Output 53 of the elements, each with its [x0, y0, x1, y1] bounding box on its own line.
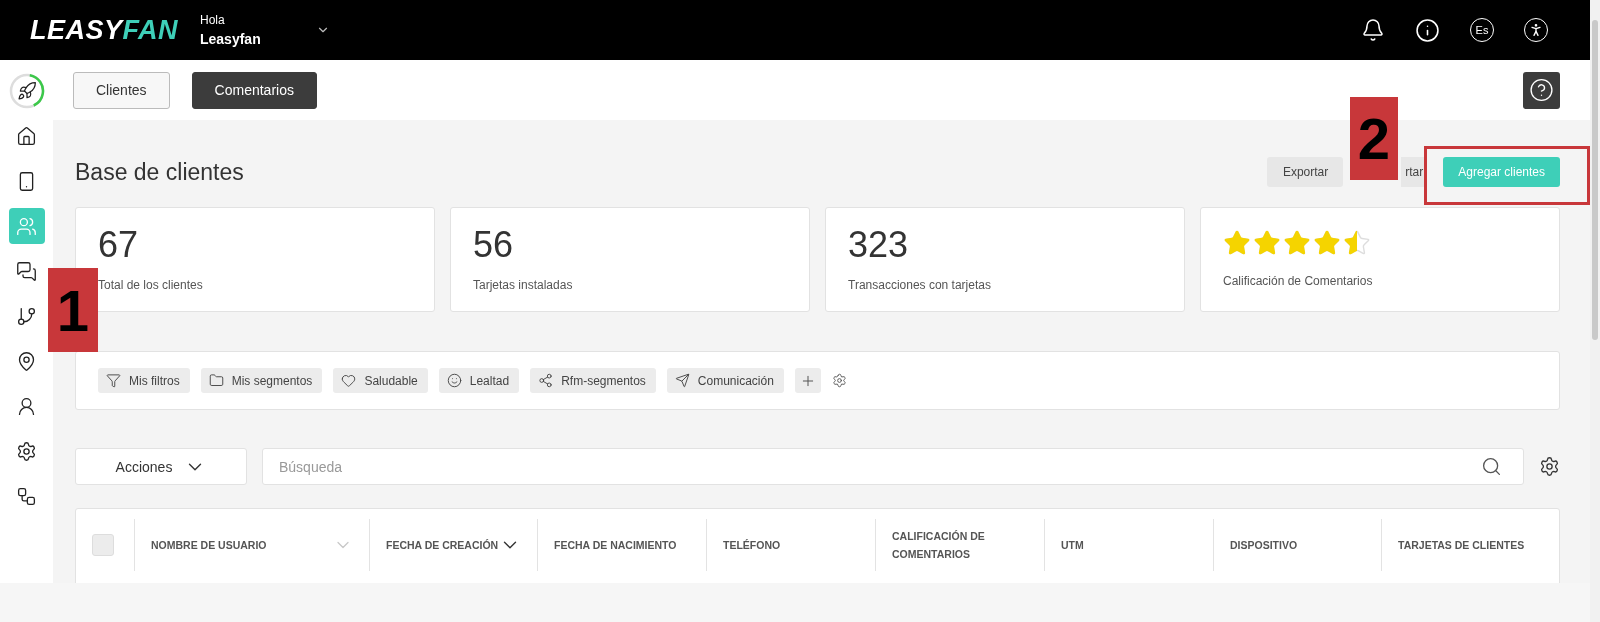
settings-icon[interactable] — [1539, 456, 1560, 477]
search-field[interactable]: Búsqueda — [262, 448, 1524, 485]
stat-value: 56 — [473, 224, 515, 266]
star-icon — [1253, 229, 1281, 257]
column-header: TARJETAS DE CLIENTES — [1398, 538, 1526, 553]
help-icon — [1529, 77, 1554, 103]
info-icon[interactable] — [1415, 17, 1440, 43]
annotation-marker: 2 — [1350, 97, 1398, 180]
star-icon — [1283, 229, 1311, 257]
star-icon — [1223, 229, 1251, 257]
help-button[interactable] — [1523, 71, 1560, 109]
filter-chip[interactable]: Mis segmentos — [200, 368, 323, 393]
filter-icon — [106, 373, 121, 388]
scrollbar[interactable] — [1590, 0, 1600, 622]
stat-value: 67 — [98, 224, 140, 266]
filter-chip[interactable]: Lealtad — [438, 368, 520, 393]
folder-icon — [208, 373, 224, 388]
tab[interactable]: Comentarios — [191, 71, 317, 109]
logo: LEASYFAN — [30, 14, 180, 46]
column-header: DISPOSITIVO — [1230, 538, 1299, 553]
search-icon[interactable] — [1481, 456, 1502, 477]
checkbox[interactable] — [92, 534, 114, 556]
column-header: CALIFICACIÓN DE COMENTARIOS — [892, 529, 986, 562]
send-icon — [674, 373, 690, 388]
rocket-icon[interactable] — [8, 73, 45, 109]
action-button[interactable]: Exportar — [1267, 157, 1344, 187]
column-header: NOMBRE DE USUARIO — [151, 538, 268, 553]
column-header: UTM — [1061, 538, 1085, 553]
filter-chip[interactable]: Mis filtros — [98, 368, 190, 393]
nodes-icon — [538, 373, 554, 388]
stat-value: 323 — [848, 224, 910, 266]
filter-chip[interactable]: Comunicación — [666, 368, 784, 393]
heart-icon — [341, 373, 357, 388]
page-title: Base de clientes — [75, 158, 244, 186]
add-filter-button[interactable] — [794, 368, 821, 393]
smile-icon — [446, 373, 462, 388]
actions-dropdown[interactable]: Acciones — [75, 448, 247, 485]
column-header: FECHA DE NACIMIENTO — [554, 538, 678, 553]
greeting: Hola — [200, 13, 226, 27]
bell-icon[interactable] — [1361, 18, 1385, 42]
tab[interactable]: Clientes — [73, 71, 170, 109]
column-header: FECHA DE CREACIÓN — [386, 538, 499, 553]
stat-label: Tarjetas instaladas — [473, 278, 574, 292]
account-name: Leasyfan — [200, 31, 262, 47]
stat-label: Calificación de Comentarios — [1223, 274, 1374, 288]
column-header: TELÉFONO — [723, 538, 782, 553]
stat-label: Total de los clientes — [98, 278, 204, 292]
stat-label: Transacciones con tarjetas — [848, 278, 992, 292]
filter-chip[interactable]: Saludable — [333, 368, 428, 393]
star-icon — [1343, 229, 1371, 257]
annotation-marker: 1 — [48, 268, 98, 352]
star-icon — [1313, 229, 1341, 257]
filter-chip[interactable]: Rfm-segmentos — [530, 368, 656, 393]
